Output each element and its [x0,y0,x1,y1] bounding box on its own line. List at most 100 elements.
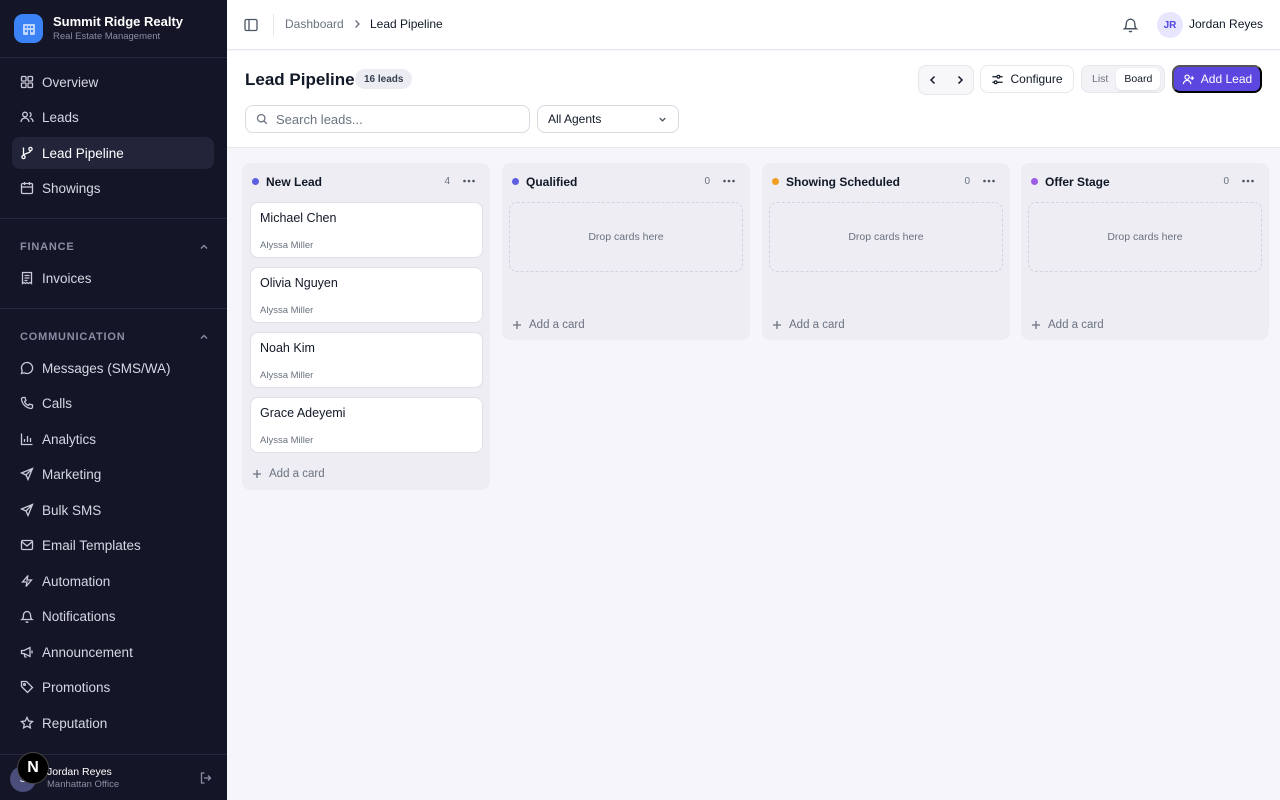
add-lead-button[interactable]: Add Lead [1172,65,1262,93]
drop-zone[interactable]: Drop cards here [1028,202,1262,272]
search-icon [256,113,268,125]
more-horizontal-icon[interactable] [1241,175,1255,187]
sidebar-item-calls[interactable]: Calls [12,387,214,419]
prev-button[interactable] [919,66,946,94]
sidebar-item-notifications[interactable]: Notifications [12,600,214,632]
agent-filter-select[interactable]: All Agents [537,105,679,133]
app-badge[interactable]: N [17,752,49,784]
plus-icon [513,321,521,329]
message-icon [20,361,34,375]
more-horizontal-icon[interactable] [982,175,996,187]
calendar-icon [20,182,34,195]
lead-name: Michael Chen [260,211,337,225]
sidebar-item-label: Notifications [42,608,116,624]
sidebar: Summit Ridge Realty Real Estate Manageme… [0,0,227,800]
lead-card[interactable]: Grace Adeyemi Alyssa Miller [250,397,483,453]
chevron-down-icon [659,117,666,122]
brand[interactable]: Summit Ridge Realty Real Estate Manageme… [14,14,183,43]
sidebar-item-reputation[interactable]: Reputation [12,707,214,739]
breadcrumb-dashboard[interactable]: Dashboard [285,17,344,31]
status-dot [252,178,259,185]
chevron-right-icon [957,75,963,85]
chevron-right-icon [355,20,360,28]
bell-icon [20,610,34,623]
page-title: Lead Pipeline [245,70,355,89]
agent-filter-value: All Agents [548,112,602,126]
more-horizontal-icon[interactable] [722,175,736,187]
sidebar-divider [0,218,227,219]
sidebar-item-showings[interactable]: Showings [12,172,214,204]
sidebar-item-label: Promotions [42,679,111,695]
section-finance[interactable]: FINANCE [20,241,210,253]
sidebar-item-marketing[interactable]: Marketing [12,458,214,490]
tag-icon [20,680,34,694]
column-title: Showing Scheduled [786,175,901,189]
avatar[interactable]: JR [1157,12,1183,38]
plus-icon [773,321,781,329]
drop-zone[interactable]: Drop cards here [769,202,1003,272]
view-list[interactable]: List [1084,68,1116,90]
sidebar-item-analytics[interactable]: Analytics [12,423,214,455]
configure-button[interactable]: Configure [980,65,1074,93]
sidebar-item-announcement[interactable]: Announcement [12,636,214,668]
sidebar-item-invoices[interactable]: Invoices [12,262,214,294]
sidebar-item-automation[interactable]: Automation [12,565,214,597]
users-icon [20,111,34,123]
add-card-button[interactable]: Add a card [1031,319,1104,331]
sidebar-item-promotions[interactable]: Promotions [12,671,214,703]
sidebar-item-email-templates[interactable]: Email Templates [12,529,214,561]
sidebar-user[interactable]: S N Jordan Reyes Manhattan Office [0,752,227,800]
column-header: Qualified 0 [502,163,750,199]
column-header: New Lead 4 [242,163,490,199]
add-card-button[interactable]: Add a card [512,319,585,331]
sidebar-toggle-icon[interactable] [243,17,259,33]
column-title: Offer Stage [1045,175,1110,189]
brand-name: Summit Ridge Realty [53,14,184,29]
column-title: Qualified [526,175,578,189]
sidebar-item-leads[interactable]: Leads [12,101,214,133]
lead-card[interactable]: Noah Kim Alyssa Miller [250,332,483,388]
add-card-button[interactable]: Add a card [772,319,845,331]
lead-agent: Alyssa Miller [260,370,314,381]
view-toggle: List Board [1081,65,1165,93]
view-board[interactable]: Board [1116,68,1161,90]
column-header: Offer Stage 0 [1021,163,1269,199]
next-button[interactable] [946,66,973,94]
column-showing-scheduled: Showing Scheduled 0 Drop cards here Add … [762,163,1010,340]
sidebar-item-label: Invoices [42,270,92,286]
lead-card[interactable]: Olivia Nguyen Alyssa Miller [250,267,483,323]
receipt-icon [21,271,33,285]
drop-zone[interactable]: Drop cards here [509,202,743,272]
divider [273,14,274,36]
chevron-up-icon [200,334,208,339]
lead-card[interactable]: Michael Chen Alyssa Miller [250,202,483,258]
add-card-button[interactable]: Add a card [252,468,325,480]
search-input[interactable] [276,111,516,127]
column-title: New Lead [266,175,323,189]
sidebar-item-messages[interactable]: Messages (SMS/WA) [12,352,214,384]
column-offer-stage: Offer Stage 0 Drop cards here Add a card [1021,163,1269,340]
more-horizontal-icon[interactable] [462,175,476,187]
section-communication[interactable]: COMMUNICATION [20,331,210,343]
header-user-name[interactable]: Jordan Reyes [1189,17,1263,31]
bell-icon[interactable] [1122,16,1139,33]
sliders-icon [992,74,1004,84]
sidebar-item-lead-pipeline[interactable]: Lead Pipeline [12,137,214,169]
building-icon [14,14,43,43]
column-count: 0 [1223,176,1229,187]
plus-icon [253,470,261,478]
chevron-up-icon [200,244,208,249]
search-box [245,105,530,133]
add-card-label: Add a card [269,468,325,480]
column-new-lead: New Lead 4 Michael Chen Alyssa Miller Ol… [242,163,490,490]
sidebar-item-label: Automation [42,573,111,589]
grid-icon [20,75,34,89]
branch-icon [21,146,33,160]
logout-icon[interactable] [199,771,213,785]
sidebar-item-overview[interactable]: Overview [12,66,214,98]
column-qualified: Qualified 0 Drop cards here Add a card [502,163,750,340]
sidebar-item-bulk-sms[interactable]: Bulk SMS [12,494,214,526]
pager [918,65,974,95]
plus-icon [1032,321,1040,329]
chevron-left-icon [929,75,935,85]
